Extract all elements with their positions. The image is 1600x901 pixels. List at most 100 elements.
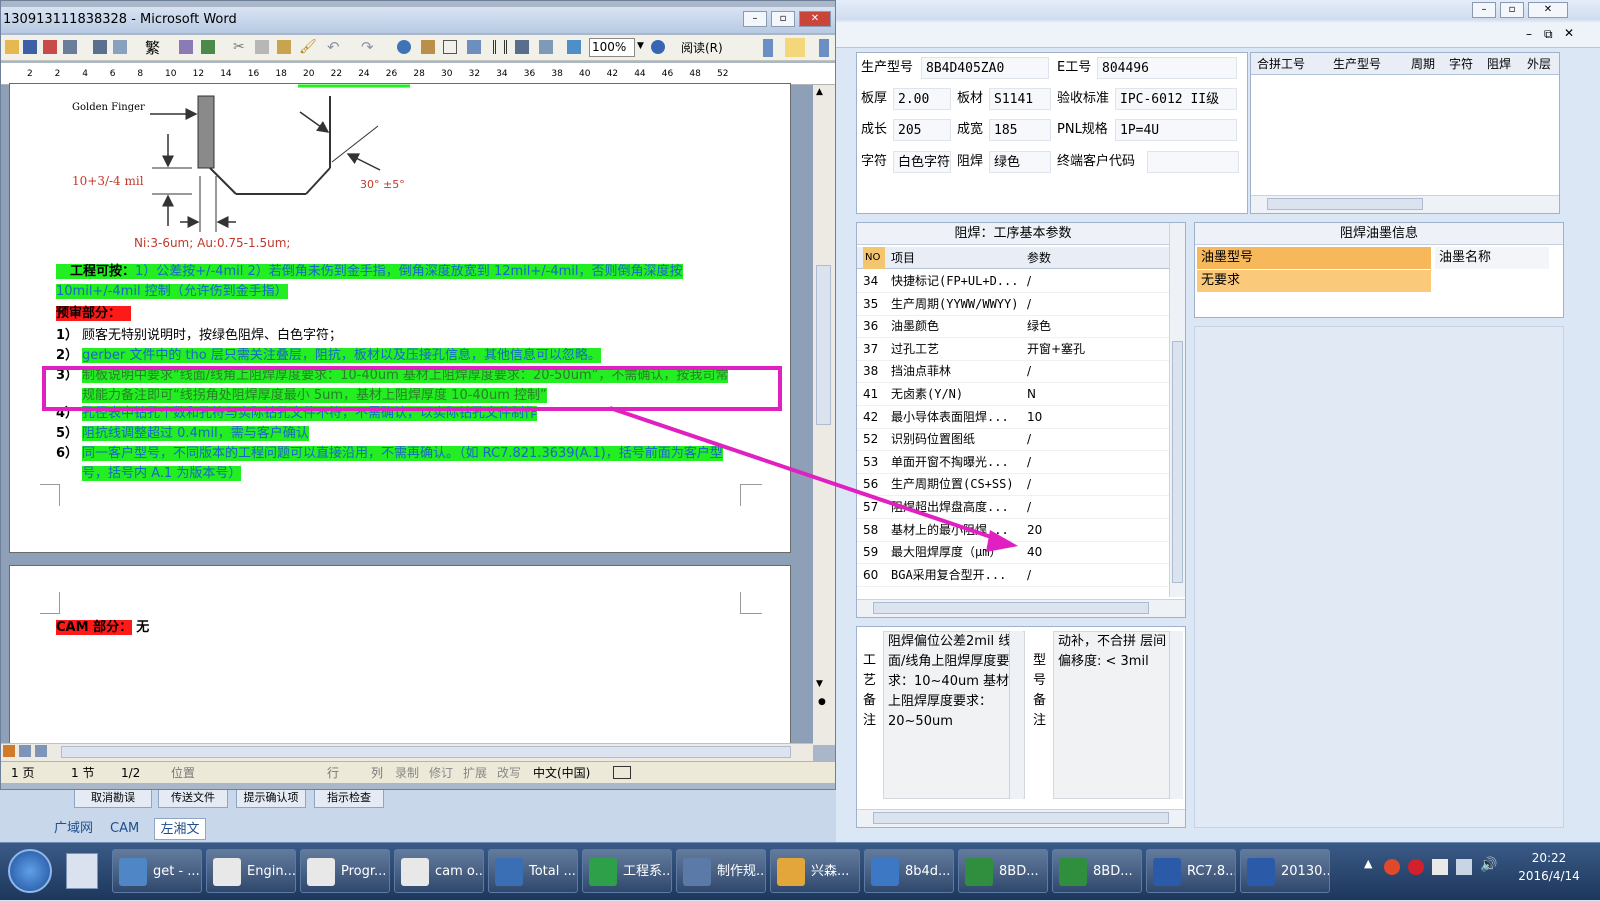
bg-button[interactable]: 指示检查 bbox=[314, 788, 384, 808]
print-preview-icon[interactable] bbox=[113, 40, 127, 54]
status-ext[interactable]: 扩展 bbox=[463, 762, 487, 784]
width-field[interactable]: 185 bbox=[989, 119, 1051, 141]
mdi-restore-icon[interactable]: ⧉ bbox=[1544, 27, 1553, 42]
param-row[interactable]: 36 油墨颜色 绿色 bbox=[857, 315, 1169, 339]
save-icon[interactable] bbox=[23, 40, 37, 54]
print-view-icon[interactable] bbox=[35, 745, 47, 757]
param-value[interactable]: N bbox=[1027, 383, 1167, 405]
scroll-thumb[interactable] bbox=[816, 265, 831, 425]
word-hscrollbar[interactable] bbox=[1, 743, 813, 761]
tables-borders-icon[interactable] bbox=[421, 40, 435, 54]
help-icon[interactable] bbox=[651, 40, 665, 54]
toolbar-options-icon[interactable] bbox=[763, 39, 773, 57]
param-value[interactable]: / bbox=[1027, 451, 1167, 473]
model-field[interactable]: 8B4D405ZA0 bbox=[921, 57, 1049, 79]
params-col-no[interactable]: NO bbox=[863, 247, 885, 269]
param-row[interactable]: 38 挡油点菲林 / bbox=[857, 360, 1169, 384]
calculator-icon[interactable] bbox=[66, 853, 98, 889]
spelling-icon[interactable] bbox=[201, 40, 215, 54]
taskbar-item[interactable]: 8BD... bbox=[1052, 849, 1142, 893]
scroll-thumb[interactable] bbox=[1172, 341, 1183, 583]
undo-icon[interactable]: ↶ bbox=[327, 38, 340, 56]
bg-tab[interactable]: 广域网 bbox=[54, 818, 106, 840]
notes-hscrollbar[interactable] bbox=[857, 809, 1185, 827]
thickness-field[interactable]: 2.00 bbox=[893, 88, 951, 110]
browse-object-icon[interactable]: ● bbox=[818, 697, 826, 707]
merge-col-header[interactable]: 合拼工号 bbox=[1257, 53, 1305, 75]
restore-icon[interactable]: ▫ bbox=[1500, 2, 1524, 18]
param-row[interactable]: 58 基材上的最小阻焊... 20 bbox=[857, 519, 1169, 542]
scroll-thumb[interactable] bbox=[873, 602, 1149, 614]
insert-table-icon[interactable] bbox=[443, 40, 457, 54]
param-row[interactable]: 35 生产周期(YYWW/WWYY) / bbox=[857, 293, 1169, 316]
close-icon[interactable]: ✕ bbox=[1528, 2, 1568, 18]
format-painter-icon[interactable]: 🖌 bbox=[299, 39, 317, 55]
taskbar-item[interactable]: Progr... bbox=[300, 849, 390, 893]
param-value[interactable]: / bbox=[1027, 360, 1167, 382]
scroll-thumb[interactable] bbox=[873, 812, 1169, 824]
merge-col-header[interactable]: 字符 bbox=[1449, 53, 1473, 75]
document-page-2[interactable]: CAM 部分： 无 bbox=[9, 565, 791, 755]
mdi-close-icon[interactable]: ✕ bbox=[1564, 26, 1574, 40]
params-hscrollbar[interactable] bbox=[857, 599, 1185, 617]
chevron-down-icon[interactable]: ▼ bbox=[637, 41, 644, 51]
copy-icon[interactable] bbox=[255, 40, 269, 54]
horizontal-ruler[interactable]: 2 2 4 6 8 10 12 14 16 18 20 22 24 26 28 30 32 34 36 38 40 42 4… bbox=[1, 63, 835, 85]
research-icon[interactable] bbox=[179, 40, 193, 54]
param-row[interactable]: 37 过孔工艺 开窗+塞孔 bbox=[857, 338, 1169, 361]
email-icon[interactable] bbox=[63, 40, 77, 54]
drawing-icon[interactable] bbox=[515, 40, 529, 54]
taskbar-item[interactable]: Engin... bbox=[206, 849, 296, 893]
status-language[interactable]: 中文(中国) bbox=[533, 762, 590, 784]
merge-col-header[interactable]: 周期 bbox=[1411, 53, 1435, 75]
open-icon[interactable] bbox=[5, 40, 19, 54]
permission-icon[interactable] bbox=[43, 40, 57, 54]
mdi-minimize-icon[interactable]: – bbox=[1526, 27, 1532, 41]
redo-icon[interactable]: ↷ bbox=[361, 38, 374, 56]
param-value[interactable]: / bbox=[1027, 564, 1167, 586]
print-icon[interactable] bbox=[93, 40, 107, 54]
bg-button[interactable]: 提示确认项 bbox=[236, 788, 306, 808]
merge-col-header[interactable]: 外层 bbox=[1527, 53, 1551, 75]
ink-type-cell[interactable]: 无要求 bbox=[1197, 270, 1431, 292]
scroll-thumb[interactable] bbox=[1267, 198, 1423, 210]
tray-network-icon[interactable] bbox=[1456, 859, 1472, 875]
param-row[interactable]: 53 单面开窗不掏曝光... / bbox=[857, 451, 1169, 474]
taskbar-item[interactable]: cam o... bbox=[394, 849, 484, 893]
eno-field[interactable]: 804496 bbox=[1097, 57, 1237, 79]
param-value[interactable]: 20 bbox=[1027, 519, 1167, 541]
scroll-down-icon[interactable]: ▼ bbox=[816, 679, 823, 689]
close-icon[interactable]: ✕ bbox=[799, 11, 831, 27]
merge-col-header[interactable]: 生产型号 bbox=[1333, 53, 1381, 75]
bg-button[interactable]: 取消勘误 bbox=[74, 788, 152, 808]
material-field[interactable]: S1141 bbox=[989, 88, 1051, 110]
web-view-icon[interactable] bbox=[19, 745, 31, 757]
pnl-field[interactable]: 1P=4U bbox=[1115, 119, 1237, 141]
merge-hscrollbar[interactable] bbox=[1251, 195, 1559, 213]
show-hide-icon[interactable] bbox=[567, 40, 581, 54]
taskbar-item[interactable]: 20130... bbox=[1240, 849, 1330, 893]
param-value[interactable]: 开窗+塞孔 bbox=[1027, 338, 1167, 360]
param-row[interactable]: 60 BGA采用复合型开... / bbox=[857, 564, 1169, 587]
standard-field[interactable]: IPC-6012 II级 bbox=[1115, 88, 1237, 110]
minimize-icon[interactable]: – bbox=[1472, 2, 1496, 18]
param-row[interactable]: 57 阻焊超出焊盘高度... / bbox=[857, 496, 1169, 519]
zoom-select[interactable]: 100% bbox=[589, 38, 635, 57]
taskbar-item[interactable]: 兴森... bbox=[770, 849, 860, 893]
tray-volume-icon[interactable]: 🔊 bbox=[1480, 857, 1497, 873]
process-note-text[interactable]: 阻焊偏位公差2mil 线面/线角上阻焊厚度要求：10~40um 基材上阻焊厚度要… bbox=[883, 631, 1025, 799]
ink-col-type[interactable]: 油墨型号 bbox=[1197, 247, 1431, 269]
columns-icon[interactable] bbox=[493, 40, 507, 54]
status-ovr[interactable]: 改写 bbox=[497, 762, 521, 784]
params-col-value[interactable]: 参数 bbox=[1027, 247, 1051, 269]
param-value[interactable]: / bbox=[1027, 496, 1167, 518]
restore-icon[interactable]: ▫ bbox=[771, 11, 795, 27]
start-button[interactable] bbox=[8, 849, 52, 893]
convert-button[interactable]: 繁 bbox=[145, 37, 160, 58]
param-row[interactable]: 56 生产周期位置(CS+SS) / bbox=[857, 473, 1169, 497]
status-rec[interactable]: 录制 bbox=[395, 762, 419, 784]
ink-col-name[interactable]: 油墨名称 bbox=[1435, 247, 1549, 269]
silk-field[interactable]: 白色字符 bbox=[893, 151, 951, 173]
paste-icon[interactable] bbox=[277, 40, 291, 54]
tray-app-icon[interactable] bbox=[1384, 859, 1400, 875]
